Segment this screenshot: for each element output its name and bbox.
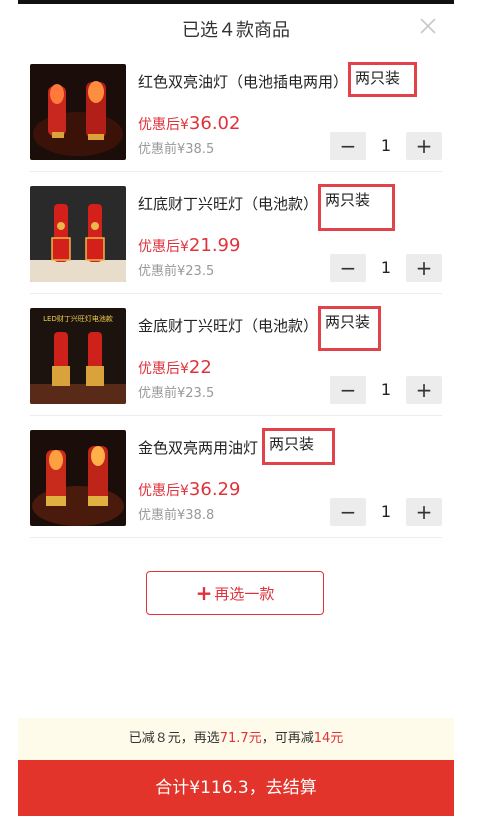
quantity-stepper: − 1 + bbox=[330, 498, 442, 528]
quantity-stepper: − 1 + bbox=[330, 254, 442, 284]
sheet-header: 已选４款商品 bbox=[18, 4, 454, 50]
price-after-discount: 优惠后¥21.99 bbox=[138, 235, 241, 256]
list-item: LED财丁兴旺灯电池款 金底财丁兴旺灯（电池款） 两只装 优惠后¥22 优惠前¥2… bbox=[30, 298, 442, 416]
checkout-button[interactable]: 合计¥116.3，去结算 bbox=[18, 760, 454, 816]
quantity-stepper: − 1 + bbox=[330, 132, 442, 162]
quantity-stepper: − 1 + bbox=[330, 376, 442, 406]
product-image[interactable] bbox=[30, 186, 126, 282]
highlight-box: 两只装 bbox=[262, 428, 336, 465]
price-before-discount: 优惠前¥38.5 bbox=[138, 142, 215, 157]
quantity-value: 1 bbox=[380, 380, 392, 399]
quantity-value: 1 bbox=[380, 258, 392, 277]
thumb-caption: LED财丁兴旺灯电池款 bbox=[43, 315, 113, 323]
promo-banner: 已减８元，再选71.7元，可再减14元 bbox=[18, 718, 454, 760]
highlight-box: 两只装 bbox=[318, 184, 396, 231]
decrease-button[interactable]: − bbox=[330, 498, 366, 526]
product-name: 金色双亮两用油灯 两只装 bbox=[138, 428, 336, 469]
list-item: 金色双亮两用油灯 两只装 优惠后¥36.29 优惠前¥38.8 − 1 + bbox=[30, 420, 442, 538]
increase-button[interactable]: + bbox=[406, 254, 442, 282]
highlight-box: 两只装 bbox=[318, 306, 382, 351]
price-after-discount: 优惠后¥36.29 bbox=[138, 479, 241, 500]
increase-button[interactable]: + bbox=[406, 132, 442, 160]
product-image[interactable] bbox=[30, 64, 126, 160]
price-before-discount: 优惠前¥23.5 bbox=[138, 264, 215, 279]
product-name: 红色双亮油灯（电池插电两用） 两只装 bbox=[138, 62, 418, 101]
increase-button[interactable]: + bbox=[406, 498, 442, 526]
add-another-button[interactable]: + 再选一款 bbox=[146, 571, 324, 615]
decrease-button[interactable]: − bbox=[330, 376, 366, 404]
decrease-button[interactable]: − bbox=[330, 254, 366, 282]
product-name: 金底财丁兴旺灯（电池款） 两只装 bbox=[138, 306, 382, 355]
increase-button[interactable]: + bbox=[406, 376, 442, 404]
selected-items-sheet: 已选４款商品 红色双亮油灯（电池插电两用） 两只装 优惠后¥36.02 优惠前¥3… bbox=[18, 4, 454, 826]
price-after-discount: 优惠后¥36.02 bbox=[138, 113, 241, 134]
plus-icon: + bbox=[195, 581, 213, 605]
price-before-discount: 优惠前¥23.5 bbox=[138, 386, 215, 401]
list-item: 红底财丁兴旺灯（电池款） 两只装 优惠后¥21.99 优惠前¥23.5 − 1 + bbox=[30, 176, 442, 294]
product-name: 红底财丁兴旺灯（电池款） 两只装 bbox=[138, 184, 396, 235]
sheet-title: 已选４款商品 bbox=[182, 20, 290, 41]
price-before-discount: 优惠前¥38.8 bbox=[138, 508, 215, 523]
list-item: 红色双亮油灯（电池插电两用） 两只装 优惠后¥36.02 优惠前¥38.5 − 1… bbox=[30, 54, 442, 172]
product-image[interactable] bbox=[30, 430, 126, 526]
quantity-value: 1 bbox=[380, 502, 392, 521]
close-icon[interactable] bbox=[416, 14, 440, 38]
decrease-button[interactable]: − bbox=[330, 132, 366, 160]
quantity-value: 1 bbox=[380, 136, 392, 155]
product-image[interactable]: LED财丁兴旺灯电池款 bbox=[30, 308, 126, 404]
highlight-box: 两只装 bbox=[348, 62, 418, 97]
price-after-discount: 优惠后¥22 bbox=[138, 357, 212, 378]
